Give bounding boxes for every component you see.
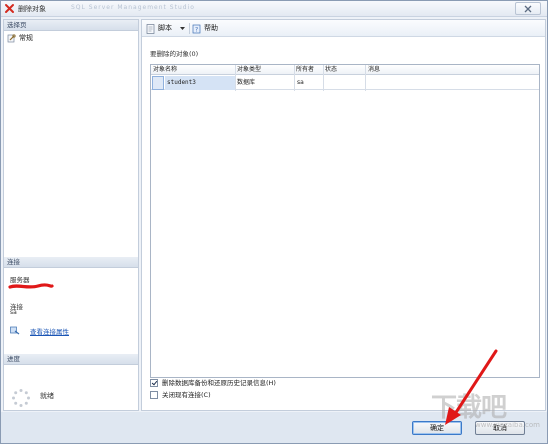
close-connections-label: 关闭现有连接(C) (162, 391, 211, 399)
cell-owner: sa (297, 79, 304, 86)
close-icon (524, 5, 532, 13)
delete-backup-history-option[interactable]: 删除数据库备份和还原历史记录信息(H) (150, 378, 410, 388)
column-header-status[interactable]: 状态 (325, 66, 337, 74)
cell-object-name: student3 (167, 79, 196, 86)
delete-backup-history-checkbox[interactable] (150, 379, 158, 387)
objects-grid[interactable]: 对象名称 对象类型 所有者 状态 消息 student3 数据库 sa (150, 64, 540, 378)
connection-value: sa (10, 309, 17, 316)
delete-object-dialog: 删除对象 SQL Server Management Studio 选择页 常规… (0, 0, 548, 444)
column-header-type[interactable]: 对象类型 (237, 66, 261, 74)
select-page-header: 选择页 (4, 20, 138, 31)
toolbar: 脚本 ? 帮助 (142, 20, 545, 37)
connection-header: 连接 (4, 257, 138, 268)
connection-properties-icon (10, 326, 20, 335)
page-item-general[interactable]: 常规 (7, 33, 107, 43)
wrench-page-icon (7, 34, 16, 43)
help-icon: ? (192, 24, 201, 34)
objects-to-delete-label: 要删除的对象(0) (150, 50, 199, 58)
page-item-label: 常规 (19, 34, 33, 42)
table-row[interactable]: student3 数据库 sa (151, 76, 539, 90)
svg-text:?: ? (195, 27, 198, 34)
help-button[interactable]: ? 帮助 (192, 23, 228, 34)
progress-header: 进度 (4, 354, 138, 365)
view-connection-properties-link[interactable]: 查看连接属性 (8, 325, 128, 336)
delete-backup-history-label: 删除数据库备份和还原历史记录信息(H) (162, 379, 276, 387)
column-header-owner[interactable]: 所有者 (296, 66, 314, 74)
progress-status: 就绪 (40, 392, 54, 400)
script-label: 脚本 (158, 24, 172, 32)
delete-x-icon (5, 4, 14, 13)
progress-spinner-icon (12, 389, 30, 407)
help-label: 帮助 (204, 24, 218, 32)
window-title: 删除对象 (18, 5, 46, 13)
annotation-arrow-icon (445, 349, 498, 425)
column-header-message[interactable]: 消息 (368, 66, 380, 74)
cell-object-type: 数据库 (237, 79, 256, 86)
column-header-name[interactable]: 对象名称 (153, 66, 177, 74)
title-bar: 删除对象 SQL Server Management Studio (1, 1, 547, 17)
close-connections-checkbox[interactable] (150, 391, 158, 399)
grid-header: 对象名称 对象类型 所有者 状态 消息 (151, 65, 539, 75)
row-selector[interactable] (152, 76, 164, 90)
close-connections-option[interactable]: 关闭现有连接(C) (150, 390, 410, 400)
left-panel: 选择页 常规 连接 服务器 连接 sa 查看连接属性 进度 就绪 (3, 19, 139, 411)
redaction-scribble (8, 283, 54, 289)
title-background-text: SQL Server Management Studio (71, 4, 195, 11)
dropdown-arrow-icon (180, 27, 185, 30)
view-connection-properties-label: 查看连接属性 (30, 328, 69, 336)
close-button[interactable] (515, 2, 541, 15)
script-icon (146, 24, 155, 34)
script-button[interactable]: 脚本 (146, 23, 186, 34)
toolbar-separator (189, 23, 190, 34)
